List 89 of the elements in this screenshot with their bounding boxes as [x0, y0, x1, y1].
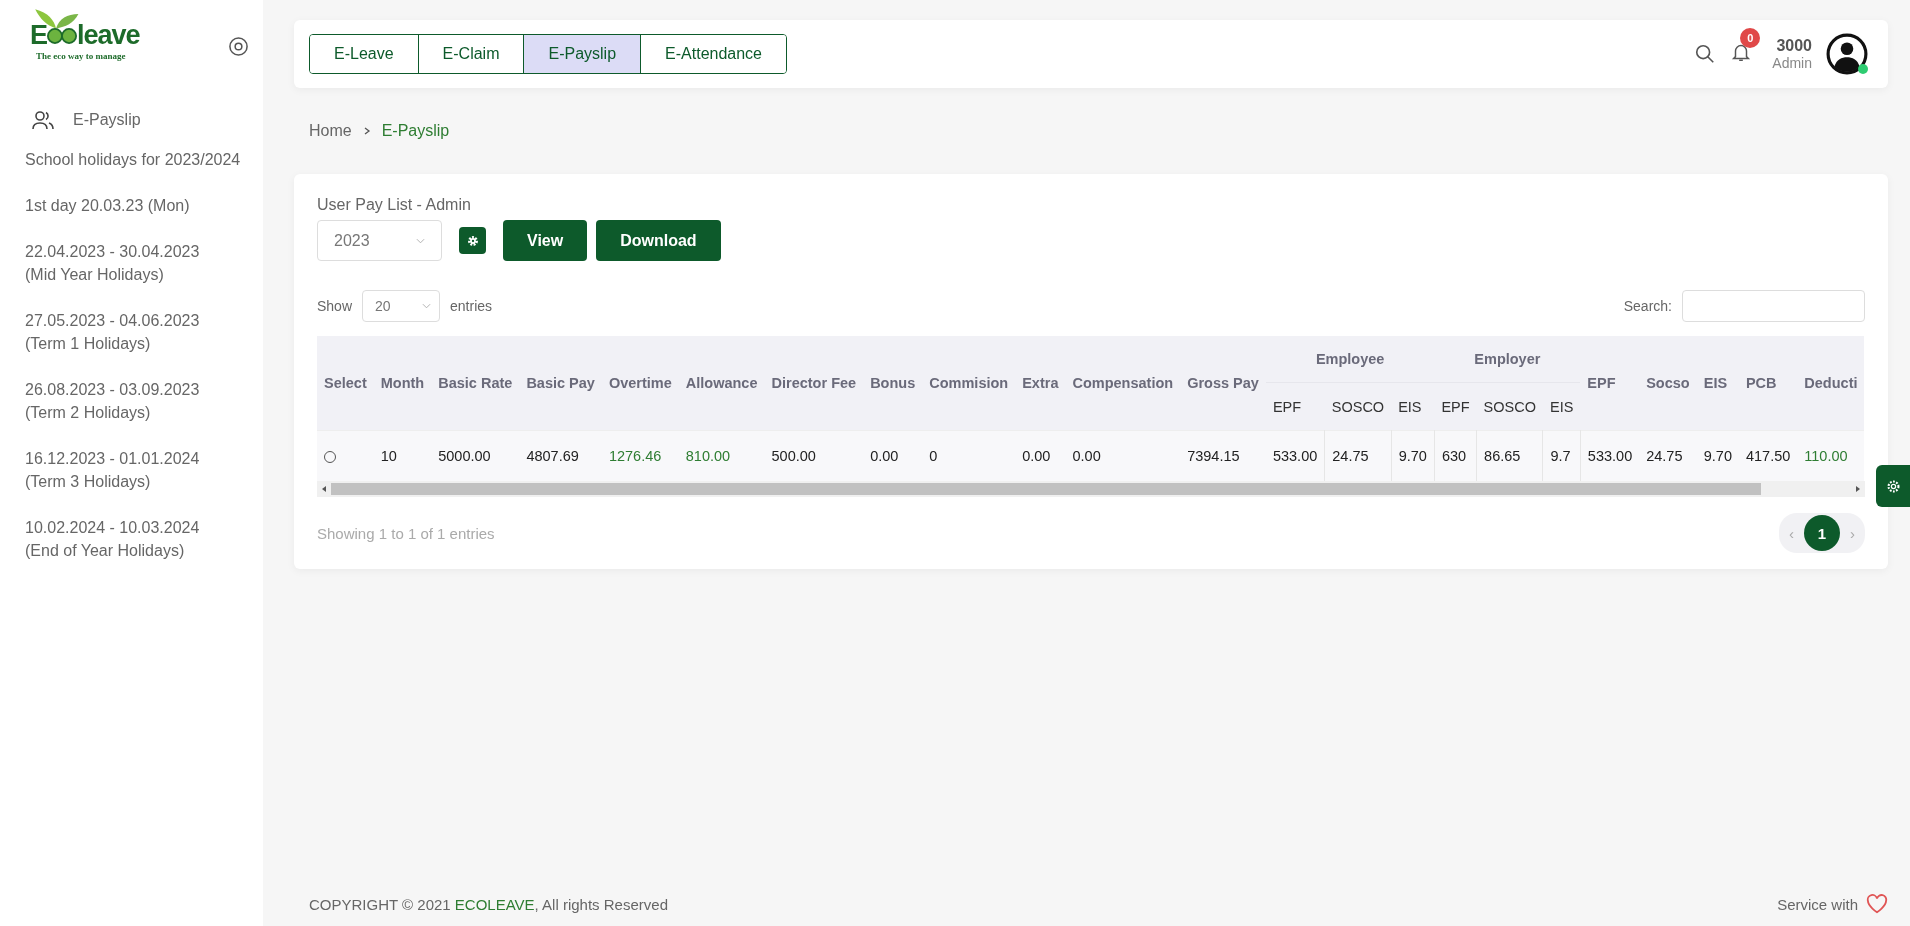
column-header: EIS	[1398, 398, 1422, 415]
ring-icon	[47, 26, 77, 45]
column-header: Employee	[1315, 351, 1385, 368]
column-header: Gross Pay	[1187, 375, 1259, 391]
brand-link[interactable]: ECOLEAVE	[454, 895, 535, 913]
search-icon[interactable]	[1694, 43, 1717, 65]
entries-select[interactable]: 20	[362, 290, 441, 322]
entries-label: entries	[450, 298, 493, 314]
module-tab[interactable]: E-Payslip	[523, 35, 641, 73]
column-header: Commision	[929, 375, 1009, 391]
table-cell: 0.00	[870, 448, 899, 464]
table-cell: 7394.15	[1187, 448, 1240, 464]
holiday-note: 1st day 20.03.23 (Mon)	[25, 196, 190, 216]
settings-icon	[465, 233, 480, 248]
breadcrumb-link[interactable]: Home	[309, 122, 352, 140]
table-cell: 500.00	[771, 448, 816, 464]
column-header: Employer	[1474, 351, 1541, 368]
sidebar-item[interactable]: E-Payslip	[25, 100, 141, 140]
column-header: Month	[380, 375, 425, 391]
users-icon	[31, 108, 55, 132]
table-cell: 0.00	[1072, 448, 1101, 464]
column-header: Select	[324, 375, 367, 391]
table-cell: 9.7	[1550, 448, 1571, 464]
table-cell: 4807.69	[526, 448, 579, 464]
table-cell: 810.00	[685, 448, 731, 464]
action-button[interactable]: Download	[596, 220, 721, 261]
settings-button[interactable]	[459, 227, 486, 254]
copyright-text: COPYRIGHT © 2021 ECOLEAVE, All rights Reserved	[309, 895, 668, 913]
module-tab[interactable]: E-Attendance	[640, 35, 786, 73]
search-field[interactable]	[1682, 290, 1865, 322]
holiday-note: 10.02.2024 - 10.03.2024 (End of Year Holidays)	[25, 518, 200, 561]
notification-badge: 0	[1740, 28, 1761, 48]
table-cell: 9.70	[1398, 448, 1427, 464]
column-header: EPF	[1441, 398, 1470, 415]
table-cell: 0.00	[1022, 448, 1051, 464]
column-header: Basic Pay	[526, 375, 595, 391]
table-cell: 9.70	[1703, 448, 1732, 464]
service-text: Service with	[1777, 895, 1858, 913]
year-select[interactable]: 2023	[317, 220, 442, 261]
caret-icon	[422, 303, 432, 309]
horizontal-scrollbar[interactable]	[317, 481, 1865, 497]
holiday-note: 27.05.2023 - 04.06.2023 (Term 1 Holidays)	[25, 311, 200, 354]
search-label: Search:	[1623, 298, 1672, 314]
table-cell: 630	[1441, 448, 1467, 464]
table-cell: 1276.46	[608, 448, 662, 464]
column-header: EIS	[1703, 375, 1728, 391]
breadcrumb-link[interactable]: E-Payslip	[381, 122, 450, 140]
table-cell: 417.50	[1745, 448, 1791, 464]
show-label: Show	[317, 298, 353, 314]
column-header: EPF	[1272, 398, 1302, 415]
table-cell: 5000.00	[438, 448, 491, 464]
user-role: Admin	[1772, 55, 1812, 71]
column-header: Basic Rate	[438, 375, 513, 391]
column-header: EPF	[1587, 375, 1616, 391]
table-cell: 10	[380, 448, 397, 464]
table-cell: 24.75	[1332, 448, 1369, 464]
column-header: Bonus	[870, 375, 916, 391]
table-cell: 533.00	[1587, 448, 1633, 464]
toggle-icon[interactable]	[228, 36, 249, 57]
column-header: Overtime	[608, 375, 672, 391]
column-header: PCB	[1745, 375, 1777, 391]
holiday-note: 16.12.2023 - 01.01.2024 (Term 3 Holidays)	[25, 449, 200, 492]
column-header: Extra	[1022, 375, 1059, 391]
table-cell: 86.65	[1484, 448, 1521, 464]
table-cell: 24.75	[1646, 448, 1683, 464]
column-header: SOSCO	[1331, 398, 1385, 415]
holiday-note: 22.04.2023 - 30.04.2023 (Mid Year Holidays)	[25, 242, 200, 285]
column-header: EIS	[1549, 398, 1574, 415]
column-header: Deducti	[1804, 375, 1858, 391]
table-cell: 0	[929, 448, 938, 464]
avatar-icon[interactable]	[1826, 33, 1868, 75]
card-title: User Pay List - Admin	[317, 196, 471, 214]
column-header: Socso	[1646, 375, 1690, 391]
table-cell: 533.00	[1272, 448, 1318, 464]
caret-icon	[416, 237, 425, 244]
user-name: 3000	[1776, 37, 1812, 55]
heart-icon	[1866, 894, 1888, 914]
column-header: Allowance	[685, 375, 758, 391]
entries-info: Showing 1 to 1 of 1 entries	[317, 524, 495, 542]
customizer-button[interactable]	[1876, 465, 1910, 507]
page-button[interactable]: 1	[1804, 515, 1840, 551]
action-button[interactable]: View	[503, 220, 588, 261]
column-header: SOSCO	[1483, 398, 1536, 415]
column-header: Compensation	[1072, 375, 1174, 391]
holiday-note: School holidays for 2023/2024	[25, 150, 241, 170]
holiday-note: 26.08.2023 - 03.09.2023 (Term 2 Holidays)	[25, 380, 200, 423]
column-header: Director Fee	[771, 375, 857, 391]
table-cell: 110.00	[1804, 448, 1848, 464]
logo[interactable]: E leave The eco way to manage	[30, 6, 148, 61]
